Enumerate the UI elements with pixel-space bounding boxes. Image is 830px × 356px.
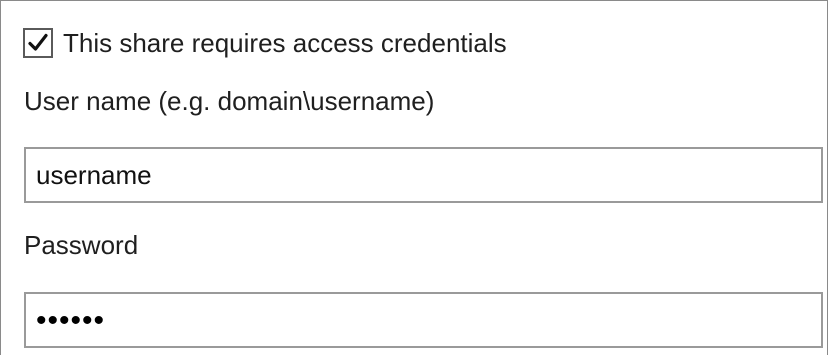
credentials-panel: This share requires access credentials U… xyxy=(0,0,828,355)
username-label: User name (e.g. domain\username) xyxy=(24,86,435,116)
password-input[interactable]: •••••• xyxy=(24,292,823,348)
username-value: username xyxy=(36,159,152,190)
password-masked-value: •••••• xyxy=(36,304,106,337)
password-label: Password xyxy=(24,230,139,260)
requires-credentials-label: This share requires access credentials xyxy=(63,28,507,58)
checkmark-icon xyxy=(28,33,48,51)
requires-credentials-row[interactable]: This share requires access credentials xyxy=(23,25,507,61)
username-input[interactable]: username xyxy=(24,147,823,203)
requires-credentials-checkbox[interactable] xyxy=(23,28,53,58)
